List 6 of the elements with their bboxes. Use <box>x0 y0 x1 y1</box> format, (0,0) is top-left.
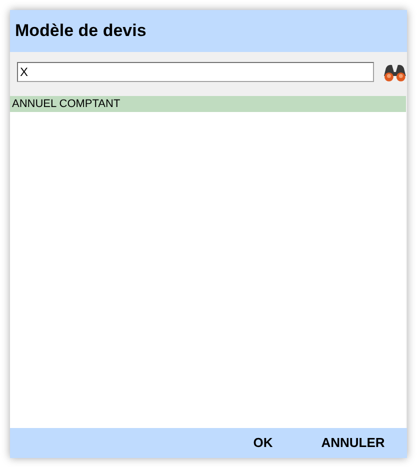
binoculars-icon[interactable] <box>383 62 407 82</box>
cancel-button[interactable]: ANNULER <box>303 428 403 458</box>
list-item[interactable]: ANNUEL COMPTANT <box>10 96 406 112</box>
window-title: Modèle de devis <box>15 20 146 42</box>
ok-button[interactable]: OK <box>223 428 303 458</box>
search-field[interactable]: X <box>17 62 374 82</box>
